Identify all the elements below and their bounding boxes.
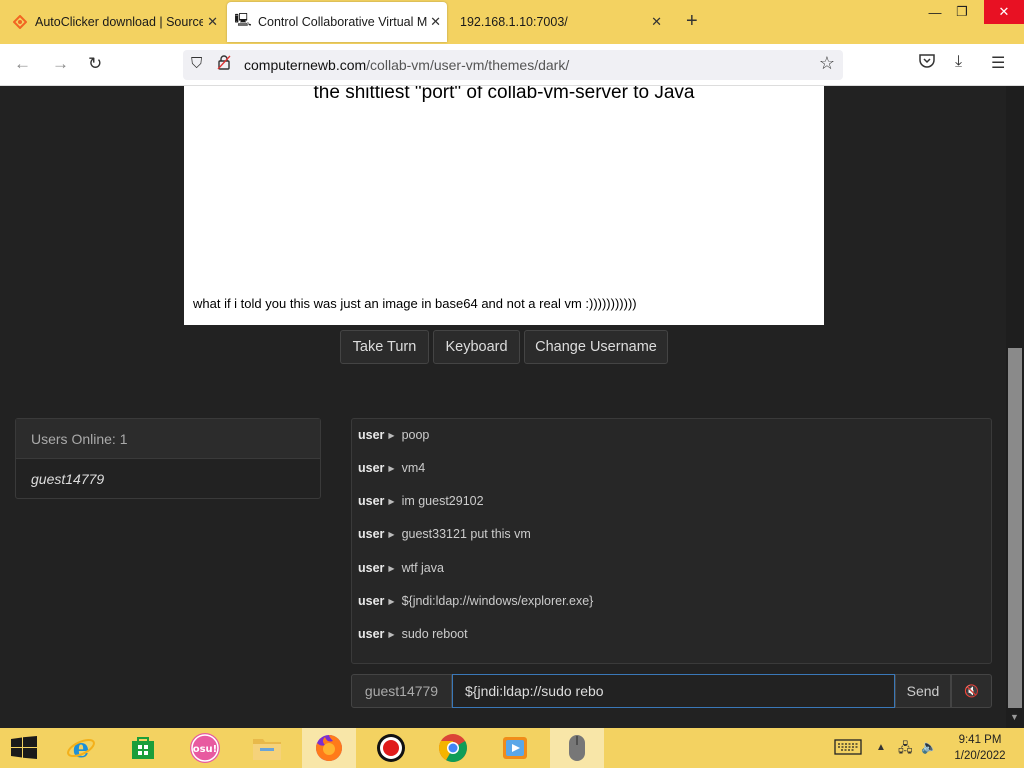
caret-right-icon: ▶	[388, 629, 395, 639]
url-domain: computernewb.com	[244, 57, 367, 73]
users-online-panel: Users Online: 1 guest14779	[15, 418, 321, 499]
store-icon[interactable]	[116, 728, 170, 768]
sourceforge-icon	[12, 14, 28, 30]
chevron-up-icon[interactable]: ▲	[876, 742, 886, 753]
take-turn-button[interactable]: Take Turn	[340, 330, 429, 364]
chat-message: user ▶ vm4	[358, 458, 425, 478]
tab-title: AutoClicker download | SourceF	[35, 15, 203, 29]
scrollbar-thumb[interactable]	[1008, 348, 1022, 708]
clock-date: 1/20/2022	[954, 750, 1006, 762]
window-close-icon[interactable]: ✕	[984, 0, 1024, 24]
send-button[interactable]: Send	[895, 674, 951, 708]
users-online-header: Users Online: 1	[16, 419, 320, 459]
chat-input[interactable]	[452, 674, 895, 708]
system-clock[interactable]: 9:41 PM 1/20/2022	[948, 732, 1012, 764]
chat-text: sudo reboot	[401, 627, 468, 641]
page-content: the shittiest "port" of collab-vm-server…	[0, 86, 1006, 728]
address-bar[interactable]: ⛉ computernewb.com/collab-vm/user-vm/the…	[183, 50, 843, 80]
chat-username: user	[358, 627, 385, 641]
chat-input-bar: guest14779 Send 🔇	[351, 674, 992, 708]
network-icon[interactable]: 🖧	[898, 739, 913, 761]
pocket-icon[interactable]	[919, 53, 935, 73]
new-tab-icon[interactable]: +	[686, 10, 698, 33]
menu-icon[interactable]: ☰	[991, 53, 1005, 73]
tab-title: 192.168.1.10:7003/	[460, 15, 568, 29]
chat-message: user ▶ wtf java	[358, 558, 444, 578]
firefox-icon[interactable]	[302, 728, 356, 768]
mouse-app-icon[interactable]	[550, 728, 604, 768]
chat-username: user	[358, 494, 385, 508]
chat-message: user ▶ guest33121 put this vm	[358, 524, 531, 544]
volume-mute-icon: 🔇	[964, 684, 979, 698]
forward-icon[interactable]: →	[52, 54, 69, 74]
restore-icon[interactable]: ❐	[945, 0, 979, 24]
mute-button[interactable]: 🔇	[951, 674, 992, 708]
chat-message: user ▶ ${jndi:ldap://windows/explorer.exe}	[358, 591, 593, 611]
reload-icon[interactable]: ↻	[88, 54, 102, 74]
tab-title: Control Collaborative Virtual M	[258, 15, 428, 29]
vm-display[interactable]: the shittiest "port" of collab-vm-server…	[184, 86, 824, 325]
chat-text: poop	[401, 428, 430, 442]
svg-text:e: e	[73, 734, 90, 763]
clock-time: 9:41 PM	[958, 734, 1002, 746]
url-path: /collab-vm/user-vm/themes/dark/	[366, 57, 570, 73]
chat-username: user	[358, 527, 385, 541]
chat-username: user	[358, 461, 385, 475]
bookmark-star-icon[interactable]: ☆	[819, 53, 835, 74]
chat-message: user ▶ sudo reboot	[358, 624, 468, 644]
lock-icon[interactable]	[217, 55, 231, 73]
close-icon[interactable]: ✕	[430, 14, 441, 30]
keyboard-icon[interactable]	[834, 739, 862, 758]
osu-icon[interactable]: osu!	[178, 728, 232, 768]
chat-username-label: guest14779	[351, 674, 452, 708]
internet-explorer-icon[interactable]: e	[54, 728, 108, 768]
screen-recorder-icon[interactable]	[364, 728, 418, 768]
windows-start-icon[interactable]	[10, 736, 38, 760]
shield-icon[interactable]: ⛉	[191, 55, 202, 72]
chat-text: vm4	[401, 461, 426, 475]
computer-icon: 🖳	[234, 12, 252, 27]
media-player-icon[interactable]	[488, 728, 542, 768]
close-icon[interactable]: ✕	[207, 14, 218, 30]
user-list-item[interactable]: guest14779	[16, 459, 320, 487]
file-explorer-icon[interactable]	[240, 728, 294, 768]
close-icon[interactable]: ✕	[651, 14, 662, 30]
download-icon[interactable]: ⤓	[955, 53, 962, 71]
caret-right-icon: ▶	[388, 496, 395, 506]
caret-right-icon: ▶	[388, 463, 395, 473]
tab-local-ip[interactable]: 192.168.1.10:7003/ ✕	[454, 2, 668, 42]
browser-tab-bar: AutoClicker download | SourceF ✕ 🖳 Contr…	[0, 0, 1024, 44]
url-text: computernewb.com/collab-vm/user-vm/theme…	[244, 57, 569, 73]
taskbar: e osu! ▲ 🖧 🔈 9:41 PM 1/20/2022	[0, 728, 1024, 768]
chat-message: user ▶ im guest29102	[358, 491, 484, 511]
caret-right-icon: ▶	[388, 563, 395, 573]
chat-username: user	[358, 428, 385, 442]
vm-footline: what if i told you this was just an imag…	[193, 296, 637, 311]
svg-text:osu!: osu!	[193, 744, 218, 755]
caret-right-icon: ▶	[388, 529, 395, 539]
back-icon[interactable]: ←	[14, 54, 31, 74]
chat-log[interactable]: user ▶ poop user ▶ vm4 user ▶ im guest29102 us…	[351, 418, 992, 664]
chat-message: user ▶ poop	[358, 425, 429, 445]
keyboard-button[interactable]: Keyboard	[433, 330, 520, 364]
chat-text: ${jndi:ldap://windows/explorer.exe}	[401, 594, 594, 608]
tab-autoclicker[interactable]: AutoClicker download | SourceF ✕	[8, 2, 224, 42]
chat-username: user	[358, 561, 385, 575]
chat-text: im guest29102	[401, 494, 484, 508]
caret-right-icon: ▶	[388, 430, 395, 440]
tab-collab-vm[interactable]: 🖳 Control Collaborative Virtual M ✕	[227, 2, 447, 42]
browser-nav-bar: ← → ↻ ⛉ computernewb.com/collab-vm/user-…	[0, 44, 1024, 86]
scroll-down-icon[interactable]: ▼	[1010, 712, 1019, 722]
chrome-icon[interactable]	[426, 728, 480, 768]
chat-username: user	[358, 594, 385, 608]
vm-headline: the shittiest "port" of collab-vm-server…	[313, 86, 695, 103]
caret-right-icon: ▶	[388, 596, 395, 606]
change-username-button[interactable]: Change Username	[524, 330, 668, 364]
chat-text: guest33121 put this vm	[401, 527, 531, 541]
page-scrollbar[interactable]: ▼	[1006, 86, 1024, 728]
volume-icon[interactable]: 🔈	[921, 739, 937, 755]
chat-text: wtf java	[401, 561, 444, 575]
